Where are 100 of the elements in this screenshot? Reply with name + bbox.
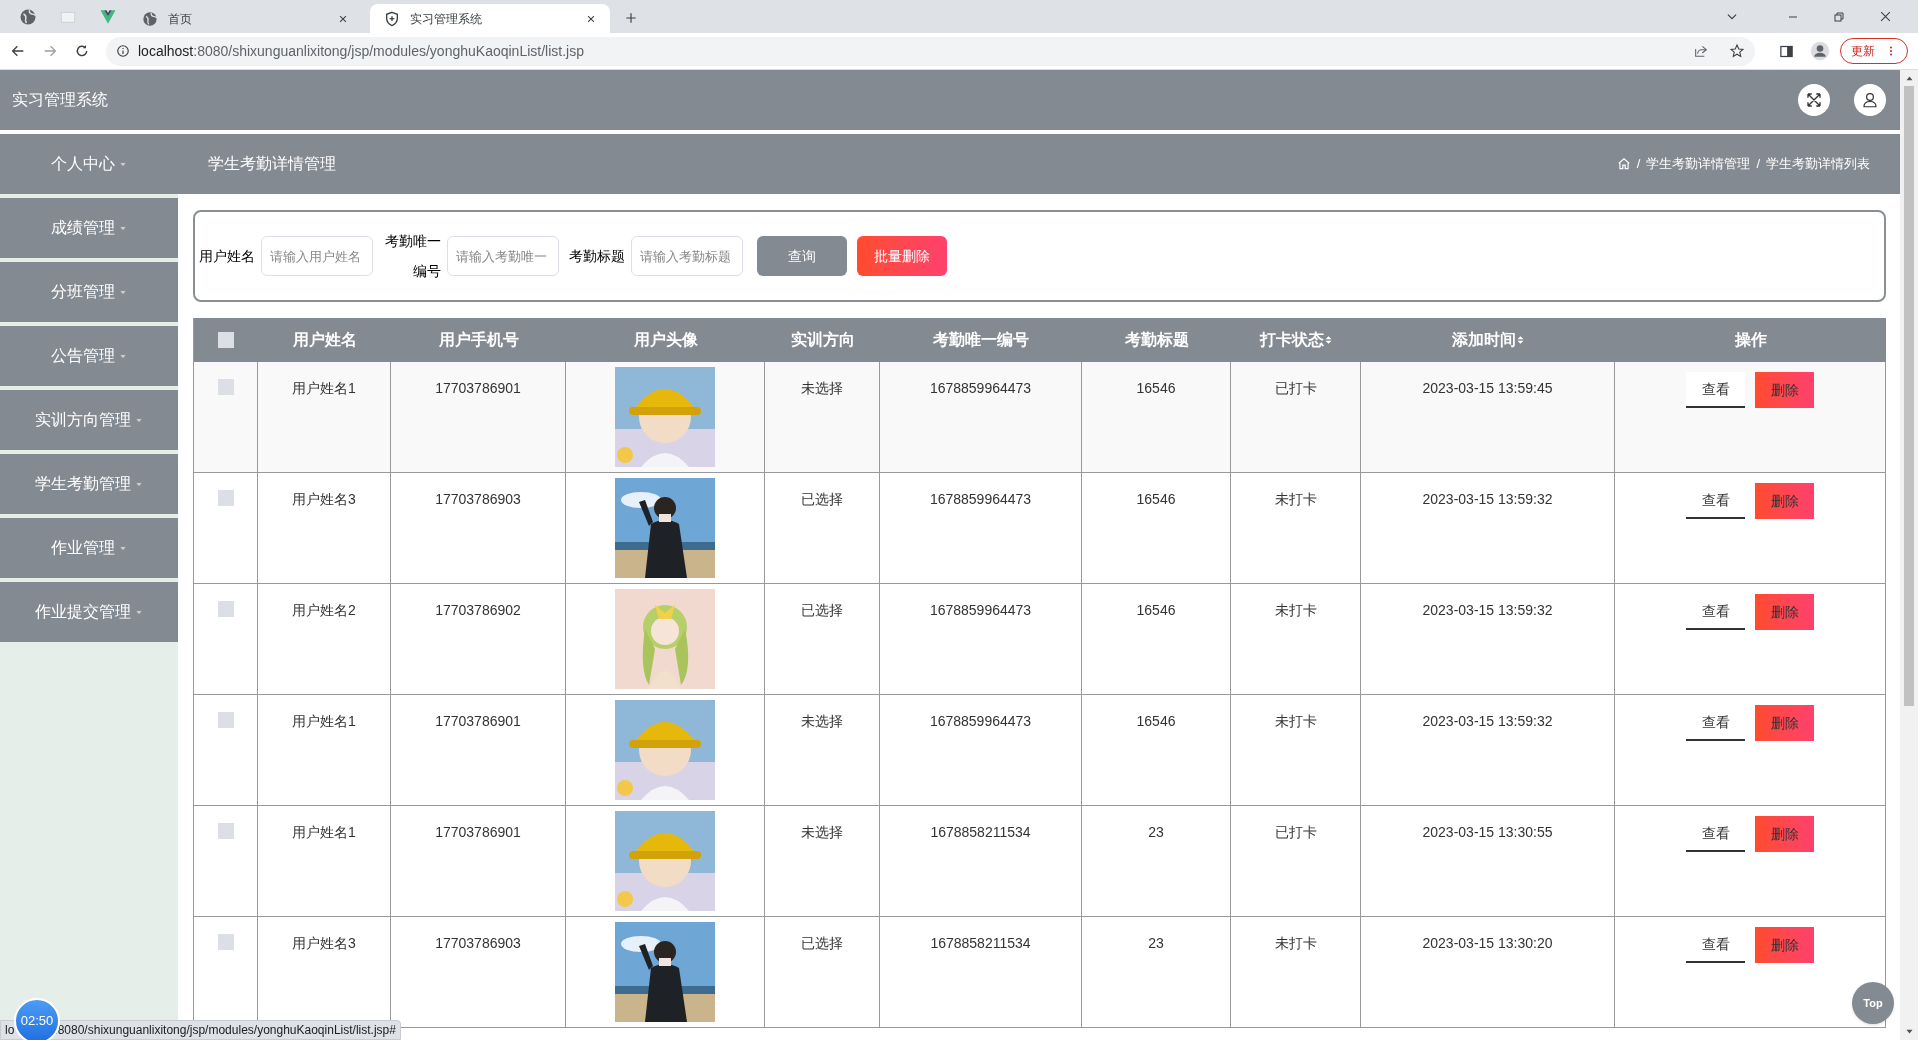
info-icon[interactable] [116, 44, 130, 58]
column-header: 操作 [1734, 330, 1767, 350]
caret-icon [135, 481, 143, 487]
sidebar-item[interactable]: 成绩管理 [0, 198, 178, 258]
user-button[interactable] [1854, 84, 1886, 116]
breadcrumb-link[interactable]: 学生考勤详情列表 [1766, 154, 1870, 174]
reload-icon[interactable] [74, 43, 90, 59]
field-label: 考勤标题 [569, 246, 625, 266]
browser-tab[interactable]: 实习管理系统 [370, 4, 610, 33]
side-panel-icon[interactable] [1779, 43, 1794, 59]
column-header[interactable]: 添加时间 [1451, 328, 1525, 352]
sidebar-item[interactable]: 分班管理 [0, 262, 178, 322]
table-cell-text: 用户姓名1 [292, 823, 356, 842]
checkbox[interactable] [217, 823, 234, 839]
app-title: 实习管理系统 [12, 90, 109, 110]
v-logo-icon [99, 7, 117, 26]
close-icon[interactable] [338, 13, 348, 24]
star-icon[interactable] [1729, 43, 1745, 59]
close-icon[interactable] [586, 13, 596, 24]
table-cell-text: 1678859964473 [929, 601, 1032, 620]
field-label: 用户姓名 [199, 246, 255, 266]
caret-icon [135, 417, 143, 423]
scrollbar-thumb[interactable] [1904, 86, 1914, 706]
column-header: 考勤标题 [1124, 330, 1189, 350]
sidebar-item[interactable]: 个人中心 [0, 134, 178, 194]
globe-icon [19, 7, 37, 26]
table-cell-text: 用户姓名1 [292, 712, 356, 731]
address-bar[interactable]: localhost:8080/shixunguanlixitong/jsp/modules/yonghuKaoqinList/list.jsp [106, 36, 1755, 66]
table-cell-text: 17703786902 [435, 601, 521, 620]
sidebar-item[interactable]: 实训方向管理 [0, 390, 178, 450]
delete-button[interactable]: 删除 [1755, 372, 1814, 408]
delete-button[interactable]: 删除 [1755, 705, 1814, 741]
sidebar-item[interactable]: 学生考勤管理 [0, 454, 178, 514]
home-icon[interactable] [1616, 157, 1631, 171]
table-cell-text: 1678858211534 [930, 934, 1031, 953]
table-cell-text: 未打卡 [1274, 601, 1317, 620]
table-cell-text: 2023-03-15 13:59:45 [1422, 379, 1553, 398]
sidebar-item[interactable]: 作业管理 [0, 518, 178, 578]
new-tab-icon[interactable] [624, 11, 638, 25]
column-header: 实训方向 [790, 330, 855, 350]
profile-icon[interactable] [1810, 41, 1830, 61]
browser-tab[interactable]: 首页 [128, 4, 362, 33]
close-icon[interactable] [1879, 10, 1892, 23]
back-icon[interactable] [10, 43, 26, 59]
checkbox[interactable] [218, 332, 234, 348]
caret-icon [119, 545, 127, 551]
sidebar-item[interactable]: 公告管理 [0, 326, 178, 386]
delete-button[interactable]: 删除 [1755, 483, 1814, 519]
batch-delete-button[interactable]: 批量删除 [857, 236, 947, 276]
sort-icon[interactable] [1323, 334, 1333, 346]
column-header[interactable]: 打卡状态 [1259, 328, 1333, 352]
input-field[interactable]: 请输入用户姓名 [261, 236, 373, 276]
input-field[interactable]: 请输入考勤标题 [631, 236, 743, 276]
table-cell-text: 用户姓名2 [292, 601, 356, 620]
scrollbar[interactable] [1900, 70, 1918, 1040]
table-cell-text: 1678859964473 [929, 712, 1032, 731]
checkbox[interactable] [217, 490, 234, 506]
column-header: 用户头像 [633, 330, 698, 350]
table-cell-text: 已打卡 [1274, 823, 1317, 842]
status-url: .8080/shixunguanlixitong/jsp/modules/yonghuKaoqinList/list.jsp# [54, 1022, 396, 1039]
table-cell-text: 用户姓名3 [292, 490, 356, 509]
table-cell-text: 23 [1148, 934, 1164, 953]
table-cell-text: 16546 [1136, 601, 1176, 620]
view-button[interactable]: 查看 [1686, 372, 1745, 408]
sidebar-item[interactable]: 作业提交管理 [0, 582, 178, 642]
table-cell-text: 未打卡 [1274, 712, 1317, 731]
expand-icon [1805, 91, 1823, 109]
scroll-down-icon[interactable] [1904, 1028, 1914, 1036]
delete-button[interactable]: 删除 [1755, 927, 1814, 963]
caret-icon [135, 609, 143, 615]
sort-icon[interactable] [1515, 334, 1525, 346]
breadcrumb-link[interactable]: 学生考勤详情管理 [1646, 154, 1751, 174]
query-button[interactable]: 查询 [757, 236, 847, 276]
share-icon[interactable] [1693, 43, 1709, 59]
fullscreen-button[interactable] [1798, 84, 1830, 116]
forward-icon[interactable] [42, 43, 58, 59]
status-url: lo [5, 1022, 15, 1039]
table-cell-text: 16546 [1136, 712, 1176, 731]
checkbox[interactable] [217, 934, 234, 950]
checkbox[interactable] [217, 601, 234, 617]
caret-icon [119, 161, 127, 167]
table-cell-text: 1678859964473 [929, 490, 1032, 509]
table-cell-text: 1678858211534 [930, 823, 1031, 842]
delete-button[interactable]: 删除 [1755, 594, 1814, 630]
table-cell-text: 未打卡 [1274, 934, 1317, 953]
breadcrumb-separator: / [1636, 155, 1641, 174]
table-cell-text: 1678859964473 [929, 379, 1032, 398]
table-cell-text: 17703786903 [435, 934, 521, 953]
checkbox[interactable] [217, 379, 234, 395]
table-cell-text: 17703786903 [435, 490, 521, 509]
scroll-up-icon[interactable] [1904, 74, 1914, 82]
table-cell-text: 已打卡 [1274, 379, 1317, 398]
delete-button[interactable]: 删除 [1755, 816, 1814, 852]
table-cell-text: 用户姓名3 [292, 934, 356, 953]
restore-icon[interactable] [1833, 10, 1845, 23]
table-cell-text: 17703786901 [435, 379, 521, 398]
input-field[interactable]: 请输入考勤唯一 [447, 236, 559, 276]
breadcrumb-separator: / [1756, 155, 1760, 174]
shield-icon [384, 10, 400, 27]
checkbox[interactable] [217, 712, 234, 728]
